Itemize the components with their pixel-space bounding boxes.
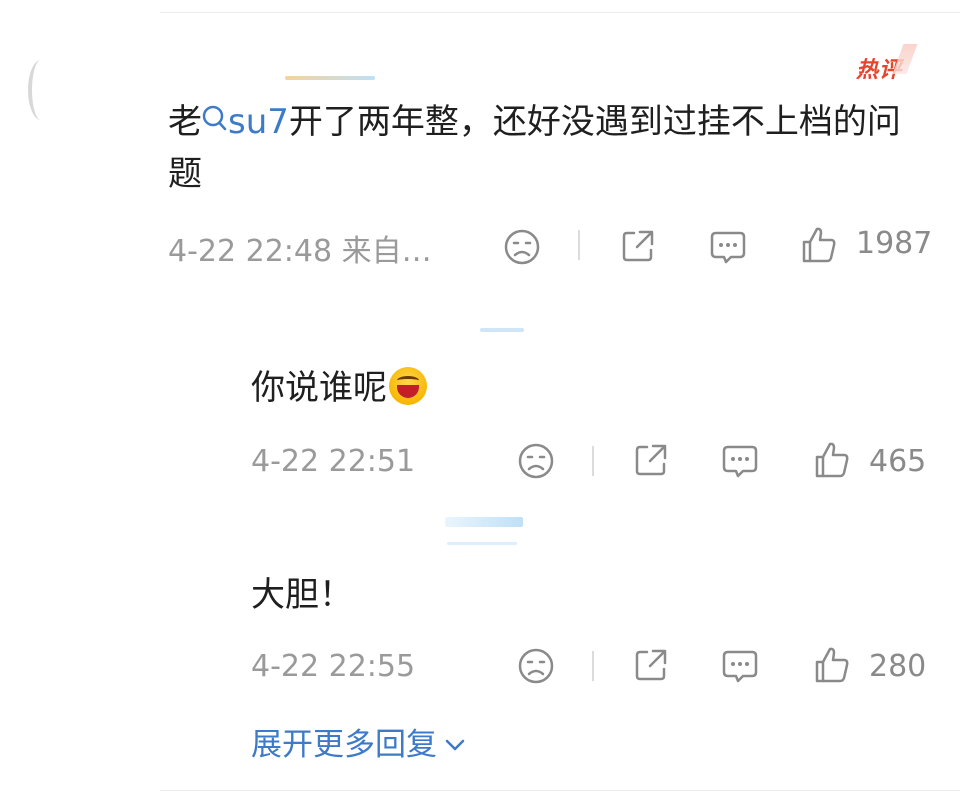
bottom-divider: [160, 790, 960, 791]
like-icon[interactable]: [800, 225, 838, 265]
reply-text: 大胆！: [251, 575, 353, 615]
comment-icon[interactable]: [709, 229, 747, 265]
dislike-face-icon[interactable]: [503, 228, 541, 266]
dislike-face-icon[interactable]: [517, 442, 555, 480]
like-count: 465: [869, 444, 927, 479]
divider: [592, 446, 594, 476]
divider: [592, 651, 594, 681]
reply-text: 你说谁呢: [251, 363, 427, 413]
reply-timestamp: 4-22 22:51: [251, 444, 416, 479]
share-icon[interactable]: [633, 647, 669, 683]
like-count: 1987: [856, 226, 933, 261]
reply-timestamp: 4-22 22:55: [251, 649, 416, 684]
hot-comment-badge: 热评: [856, 52, 902, 84]
main-comment-text: 老 su7开了两年整，还好没遇到过挂不上档的问题: [168, 97, 928, 199]
username-redacted[interactable]: [285, 76, 375, 80]
chevron-down-icon: [445, 724, 465, 760]
comment-timestamp: 4-22 22:48 来自…: [168, 234, 432, 269]
expand-more-replies-button[interactable]: 展开更多回复: [251, 719, 465, 764]
reply-username-redacted-3[interactable]: [447, 542, 517, 545]
topic-label: su7: [228, 102, 289, 142]
dislike-face-icon[interactable]: [517, 647, 555, 685]
comment-icon[interactable]: [721, 648, 759, 684]
share-icon[interactable]: [633, 442, 669, 478]
reply-username-redacted[interactable]: [480, 328, 524, 332]
laugh-emoji-icon: [389, 367, 427, 405]
comment-icon[interactable]: [721, 443, 759, 479]
expand-label: 展开更多回复: [251, 727, 437, 763]
like-icon[interactable]: [813, 440, 851, 480]
topic-link[interactable]: su7: [202, 102, 289, 142]
like-icon[interactable]: [813, 645, 851, 685]
share-icon[interactable]: [620, 228, 656, 264]
top-divider: [160, 12, 960, 13]
comment-text-before: 老: [168, 102, 202, 142]
divider: [578, 230, 580, 260]
avatar[interactable]: [28, 60, 54, 120]
like-count: 280: [869, 649, 927, 684]
reply-text-content: 你说谁呢: [251, 368, 387, 408]
search-icon: [202, 98, 228, 148]
reply-username-redacted-2[interactable]: [445, 517, 523, 527]
